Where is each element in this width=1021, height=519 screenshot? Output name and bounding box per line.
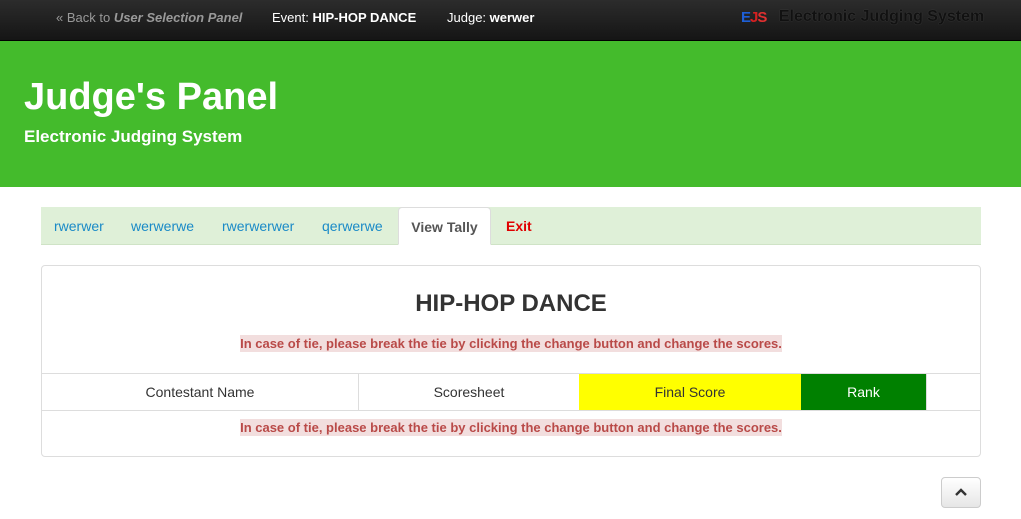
top-navbar: « Back to User Selection Panel Event: HI… bbox=[0, 0, 1021, 41]
tab-exit[interactable]: Exit bbox=[506, 207, 532, 245]
tab-qerwerwe[interactable]: qerwerwe bbox=[322, 207, 383, 245]
hero-banner: Judge's Panel Electronic Judging System bbox=[0, 41, 1021, 187]
brand[interactable]: EJS Electronic Judging System bbox=[741, 8, 984, 28]
tie-notice-bottom: In case of tie, please break the tie by … bbox=[42, 419, 980, 436]
event-indicator: Event: HIP-HOP DANCE bbox=[272, 10, 416, 25]
tab-view-tally[interactable]: View Tally bbox=[398, 207, 491, 245]
page-subtitle: Electronic Judging System bbox=[24, 127, 243, 146]
tab-werwerwe[interactable]: werwerwe bbox=[131, 207, 194, 245]
tie-notice-top-text: In case of tie, please break the tie by … bbox=[240, 335, 782, 352]
tab-rwerwerwer[interactable]: rwerwerwer bbox=[222, 207, 294, 245]
col-final-score: Final Score bbox=[579, 374, 801, 410]
col-rank: Rank bbox=[801, 374, 926, 410]
col-contestant-name: Contestant Name bbox=[42, 374, 359, 410]
event-value: HIP-HOP DANCE bbox=[312, 10, 417, 25]
contestant-tabs: rwerwer werwerwe rwerwerwer qerwerwe Vie… bbox=[41, 207, 981, 245]
tally-table-header: Contestant Name Scoresheet Final Score R… bbox=[42, 373, 980, 411]
tab-rwerwer[interactable]: rwerwer bbox=[54, 207, 104, 245]
col-scoresheet: Scoresheet bbox=[433, 384, 505, 400]
ejs-logo: EJS bbox=[741, 8, 767, 26]
tally-panel: HIP-HOP DANCE In case of tie, please bre… bbox=[41, 265, 981, 457]
back-to-top-button[interactable] bbox=[941, 477, 981, 508]
event-label: Event: bbox=[272, 10, 313, 25]
judge-value: werwer bbox=[489, 10, 535, 25]
judge-label: Judge: bbox=[447, 10, 490, 25]
tie-notice-bottom-text: In case of tie, please break the tie by … bbox=[240, 419, 782, 436]
back-prefix: « Back to bbox=[56, 10, 114, 25]
brand-title: Electronic Judging System bbox=[778, 8, 985, 25]
tie-notice-top: In case of tie, please break the tie by … bbox=[42, 335, 980, 352]
page-title: Judge's Panel bbox=[24, 76, 279, 118]
judge-indicator: Judge: werwer bbox=[447, 10, 534, 25]
chevron-up-icon bbox=[955, 488, 967, 496]
event-title: HIP-HOP DANCE bbox=[415, 290, 607, 317]
back-target: User Selection Panel bbox=[113, 10, 243, 25]
col-action bbox=[926, 374, 980, 410]
back-to-user-selection-link[interactable]: « Back to User Selection Panel bbox=[56, 10, 242, 25]
